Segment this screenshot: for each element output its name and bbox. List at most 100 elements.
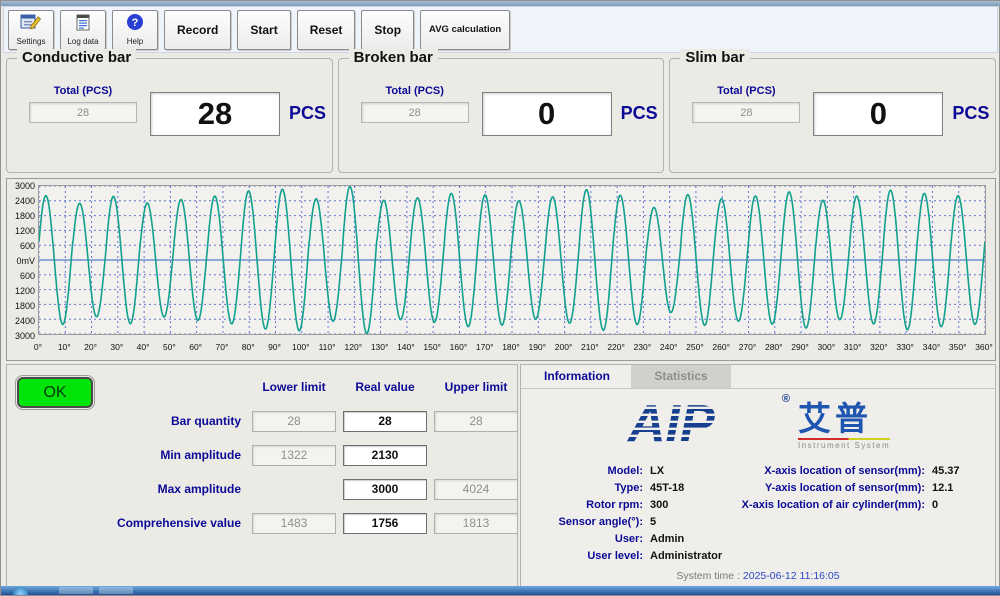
panel-title: Conductive bar: [17, 49, 136, 66]
user-value: Admin: [643, 533, 722, 544]
logo-cn-text: 艾普: [798, 401, 890, 437]
row-label-min-amplitude: Min amplitude: [33, 445, 245, 466]
system-time-label: System time :: [676, 570, 740, 582]
user-level-value: Administrator: [643, 550, 722, 561]
sensor-angle-label: Sensor angle(°):: [525, 516, 643, 527]
avg-calculation-button[interactable]: AVG calculation: [420, 10, 510, 50]
x-axis-tick: 50°: [155, 342, 183, 352]
x-axis-tick: 170°: [471, 342, 499, 352]
x-air-cylinder-value: 0: [925, 499, 960, 510]
x-axis-tick: 270°: [734, 342, 762, 352]
total-pcs-input[interactable]: 28: [692, 102, 800, 123]
spacer: [33, 377, 245, 398]
system-time: System time : 2025-06-12 11:16:05: [521, 570, 995, 582]
help-button[interactable]: ? Help: [112, 10, 158, 50]
tab-statistics[interactable]: Statistics: [631, 365, 731, 388]
taskbar-item[interactable]: [99, 587, 133, 594]
log-data-icon: [74, 13, 92, 36]
log-data-button[interactable]: Log data: [60, 10, 106, 50]
svg-text:AIP: AIP: [626, 395, 715, 449]
type-label: Type:: [525, 482, 643, 493]
start-orb-icon[interactable]: [13, 587, 28, 595]
total-pcs-input[interactable]: 28: [29, 102, 137, 123]
panel-conductive-bar: Conductive bar Total (PCS) 28 28 PCS: [6, 58, 333, 173]
y-axis-labels: 30002400180012006000mV600120018002400300…: [9, 185, 36, 335]
x-axis-tick: 100°: [287, 342, 315, 352]
help-label: Help: [127, 37, 143, 46]
x-axis-tick: 340°: [917, 342, 945, 352]
x-axis-tick: 240°: [655, 342, 683, 352]
panel-slim-bar: Slim bar Total (PCS) 28 0 PCS: [669, 58, 996, 173]
tab-information[interactable]: Information: [527, 365, 627, 388]
max-amplitude-real-value[interactable]: 3000: [343, 479, 427, 500]
user-label: User:: [525, 533, 643, 544]
stop-button[interactable]: Stop: [361, 10, 414, 50]
total-pcs-input[interactable]: 28: [361, 102, 469, 123]
toolbar: Settings Log data ?: [3, 6, 998, 53]
app-window: Settings Log data ?: [0, 0, 1000, 596]
x-air-cylinder-label: X-axis location of air cylinder(mm):: [693, 499, 925, 510]
x-axis-tick: 280°: [760, 342, 788, 352]
info-fields-right: X-axis location of sensor(mm): 45.37 Y-a…: [693, 465, 960, 510]
y-axis-tick: 600: [9, 241, 35, 251]
x-axis-tick: 260°: [707, 342, 735, 352]
y-axis-tick: 1200: [9, 286, 35, 296]
x-axis-tick: 190°: [523, 342, 551, 352]
x-axis-tick: 110°: [313, 342, 341, 352]
record-button[interactable]: Record: [164, 10, 231, 50]
logo-reg-mark: ®: [782, 393, 790, 405]
y-axis-tick: 1800: [9, 211, 35, 221]
comprehensive-value-upper-limit-input[interactable]: 1813: [434, 513, 518, 534]
aip-logo: AIP ® 艾普 Instrument System: [521, 395, 995, 450]
row-label-comprehensive-value: Comprehensive value: [33, 513, 245, 534]
y-sensor-value: 12.1: [925, 482, 960, 493]
results-table: Lower limit Real value Upper limit Bar q…: [33, 377, 518, 534]
logo-subtitle: Instrument System: [798, 441, 890, 450]
reset-button[interactable]: Reset: [297, 10, 356, 50]
x-axis-tick: 160°: [444, 342, 472, 352]
y-axis-tick: 1200: [9, 226, 35, 236]
min-amplitude-real-value[interactable]: 2130: [343, 445, 427, 466]
settings-icon: [20, 13, 42, 36]
x-axis-tick: 290°: [786, 342, 814, 352]
logo-aip-text: AIP: [626, 395, 774, 449]
comprehensive-value-lower-limit-input[interactable]: 1483: [252, 513, 336, 534]
start-button[interactable]: Start: [237, 10, 290, 50]
max-amplitude-upper-limit-input[interactable]: 4024: [434, 479, 518, 500]
row-label-max-amplitude: Max amplitude: [33, 479, 245, 500]
min-amplitude-lower-limit-input[interactable]: 1322: [252, 445, 336, 466]
x-axis-tick: 30°: [103, 342, 131, 352]
y-axis-tick: 2400: [9, 196, 35, 206]
x-axis-tick: 10°: [50, 342, 78, 352]
taskbar[interactable]: [1, 586, 1000, 595]
logo-underline: [798, 438, 890, 440]
y-sensor-label: Y-axis location of sensor(mm):: [693, 482, 925, 493]
settings-button[interactable]: Settings: [8, 10, 54, 50]
x-axis-tick: 0°: [24, 342, 52, 352]
header-upper-limit: Upper limit: [434, 377, 518, 398]
y-axis-tick: 3000: [9, 331, 35, 341]
waveform-svg: [39, 186, 985, 334]
rotor-rpm-label: Rotor rpm:: [525, 499, 643, 510]
taskbar-item[interactable]: [59, 587, 93, 594]
logo-cn-block: 艾普 Instrument System: [798, 401, 890, 450]
x-axis-tick: 40°: [129, 342, 157, 352]
x-axis-tick: 120°: [339, 342, 367, 352]
total-pcs-label: Total (PCS): [29, 85, 137, 97]
x-axis-tick: 20°: [77, 342, 105, 352]
x-axis-tick: 80°: [234, 342, 262, 352]
bar-quantity-real-value[interactable]: 28: [343, 411, 427, 432]
x-axis-tick: 200°: [550, 342, 578, 352]
x-axis-tick: 250°: [681, 342, 709, 352]
panel-broken-bar: Broken bar Total (PCS) 28 0 PCS: [338, 58, 665, 173]
bar-quantity-upper-limit-input[interactable]: 28: [434, 411, 518, 432]
x-axis-tick: 150°: [418, 342, 446, 352]
x-axis-tick: 180°: [497, 342, 525, 352]
result-panel: OK Lower limit Real value Upper limit Ba…: [6, 364, 518, 587]
count-display: 0: [482, 92, 612, 136]
comprehensive-value-real-value[interactable]: 1756: [343, 513, 427, 534]
count-display: 28: [150, 92, 280, 136]
panel-title: Broken bar: [349, 49, 438, 66]
bar-quantity-lower-limit-input[interactable]: 28: [252, 411, 336, 432]
model-label: Model:: [525, 465, 643, 476]
